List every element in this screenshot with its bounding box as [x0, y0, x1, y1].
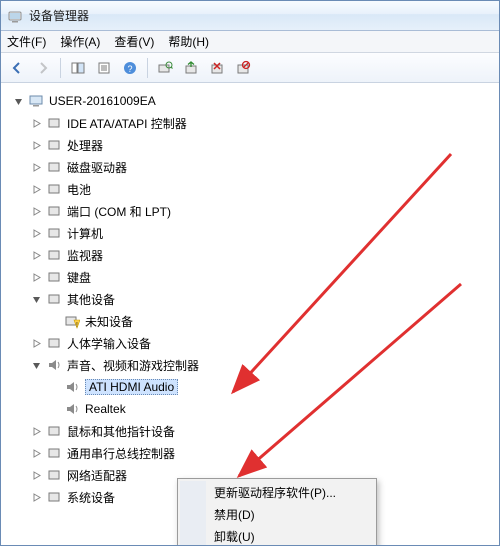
scan-hardware-button[interactable] [153, 56, 177, 80]
toolbar: ? [1, 53, 499, 83]
category-icon [46, 225, 62, 241]
menubar: 文件(F) 操作(A) 查看(V) 帮助(H) [1, 31, 499, 53]
tree-node[interactable]: 通用串行总线控制器 [29, 442, 499, 464]
device-manager-icon [7, 8, 23, 24]
expand-icon[interactable] [29, 160, 43, 174]
tree-node[interactable]: ! 未知设备 [47, 310, 499, 332]
cm-uninstall[interactable]: 卸载(U) [180, 525, 374, 545]
category-icon [46, 489, 62, 505]
content-pane: USER-20161009EA IDE ATA/ATAPI 控制器处理器磁盘驱动… [1, 83, 499, 545]
device-icon [64, 379, 80, 395]
device-icon [64, 401, 80, 417]
collapse-icon[interactable] [29, 292, 43, 306]
tree-node[interactable]: 处理器 [29, 134, 499, 156]
expand-icon[interactable] [29, 446, 43, 460]
expand-icon[interactable] [29, 116, 43, 130]
update-driver-button[interactable] [179, 56, 203, 80]
computer-icon [28, 93, 44, 109]
expand-icon[interactable] [29, 226, 43, 240]
disable-button[interactable] [231, 56, 255, 80]
category-icon [46, 291, 62, 307]
tree-node-label: 处理器 [67, 137, 103, 154]
tree-root-label: USER-20161009EA [49, 94, 156, 108]
category-icon [46, 467, 62, 483]
tree-node-label: 鼠标和其他指针设备 [67, 423, 175, 440]
help-button[interactable]: ? [118, 56, 142, 80]
tree-node-label: 计算机 [67, 225, 103, 242]
tree-node[interactable]: 计算机 [29, 222, 499, 244]
tree-root[interactable]: USER-20161009EA [11, 90, 499, 112]
expand-icon[interactable] [29, 490, 43, 504]
expand-icon[interactable] [29, 138, 43, 152]
expand-icon[interactable] [29, 204, 43, 218]
category-icon [46, 159, 62, 175]
menu-file[interactable]: 文件(F) [7, 33, 46, 50]
menu-action[interactable]: 操作(A) [60, 33, 100, 50]
tree-node[interactable]: ATI HDMI Audio [47, 376, 499, 398]
window-title: 设备管理器 [29, 7, 89, 24]
expand-icon[interactable] [29, 270, 43, 284]
tree-node[interactable]: 电池 [29, 178, 499, 200]
cm-update-driver[interactable]: 更新驱动程序软件(P)... [180, 481, 374, 503]
category-icon [46, 335, 62, 351]
collapse-icon[interactable] [29, 358, 43, 372]
expand-icon[interactable] [29, 468, 43, 482]
category-icon [46, 445, 62, 461]
menu-help[interactable]: 帮助(H) [168, 33, 209, 50]
tree-node-label: 端口 (COM 和 LPT) [67, 203, 171, 220]
menu-view[interactable]: 查看(V) [114, 33, 154, 50]
tree-node-label: 电池 [67, 181, 91, 198]
device-tree[interactable]: USER-20161009EA IDE ATA/ATAPI 控制器处理器磁盘驱动… [1, 84, 499, 514]
tree-node-label: 网络适配器 [67, 467, 127, 484]
forward-button[interactable] [31, 56, 55, 80]
tree-node[interactable]: 人体学输入设备 [29, 332, 499, 354]
tree-node-label: 键盘 [67, 269, 91, 286]
cm-disable[interactable]: 禁用(D) [180, 503, 374, 525]
category-icon [46, 269, 62, 285]
tree-node-label: Realtek [85, 402, 126, 416]
category-icon [46, 247, 62, 263]
tree-node-label: IDE ATA/ATAPI 控制器 [67, 115, 187, 132]
tree-node[interactable]: 鼠标和其他指针设备 [29, 420, 499, 442]
tree-node[interactable]: IDE ATA/ATAPI 控制器 [29, 112, 499, 134]
category-icon [46, 357, 62, 373]
expand-icon[interactable] [29, 182, 43, 196]
category-icon [46, 137, 62, 153]
category-icon [46, 115, 62, 131]
tree-node-label: ATI HDMI Audio [85, 379, 178, 395]
show-console-tree-button[interactable] [66, 56, 90, 80]
tree-node[interactable]: 键盘 [29, 266, 499, 288]
tree-node-label: 其他设备 [67, 291, 115, 308]
svg-text:?: ? [127, 64, 132, 74]
tree-node-label: 未知设备 [85, 313, 133, 330]
titlebar: 设备管理器 [1, 1, 499, 31]
properties-button[interactable] [92, 56, 116, 80]
back-button[interactable] [5, 56, 29, 80]
collapse-icon[interactable] [11, 94, 25, 108]
tree-node[interactable]: 监视器 [29, 244, 499, 266]
tree-node[interactable]: 声音、视频和游戏控制器 [29, 354, 499, 376]
tree-node-label: 磁盘驱动器 [67, 159, 127, 176]
context-menu: 更新驱动程序软件(P)... 禁用(D) 卸载(U) 扫描检测硬件改动(A) [177, 478, 377, 545]
warning-device-icon: ! [64, 313, 80, 329]
tree-node-label: 系统设备 [67, 489, 115, 506]
tree-node[interactable]: Realtek [47, 398, 499, 420]
tree-node-label: 监视器 [67, 247, 103, 264]
expand-icon[interactable] [29, 424, 43, 438]
tree-node-label: 人体学输入设备 [67, 335, 151, 352]
expand-icon[interactable] [29, 336, 43, 350]
expand-icon[interactable] [29, 248, 43, 262]
tree-node[interactable]: 端口 (COM 和 LPT) [29, 200, 499, 222]
tree-node[interactable]: 其他设备 [29, 288, 499, 310]
category-icon [46, 203, 62, 219]
category-icon [46, 181, 62, 197]
tree-node[interactable]: 磁盘驱动器 [29, 156, 499, 178]
uninstall-button[interactable] [205, 56, 229, 80]
tree-node-label: 声音、视频和游戏控制器 [67, 357, 199, 374]
tree-node-label: 通用串行总线控制器 [67, 445, 175, 462]
category-icon [46, 423, 62, 439]
